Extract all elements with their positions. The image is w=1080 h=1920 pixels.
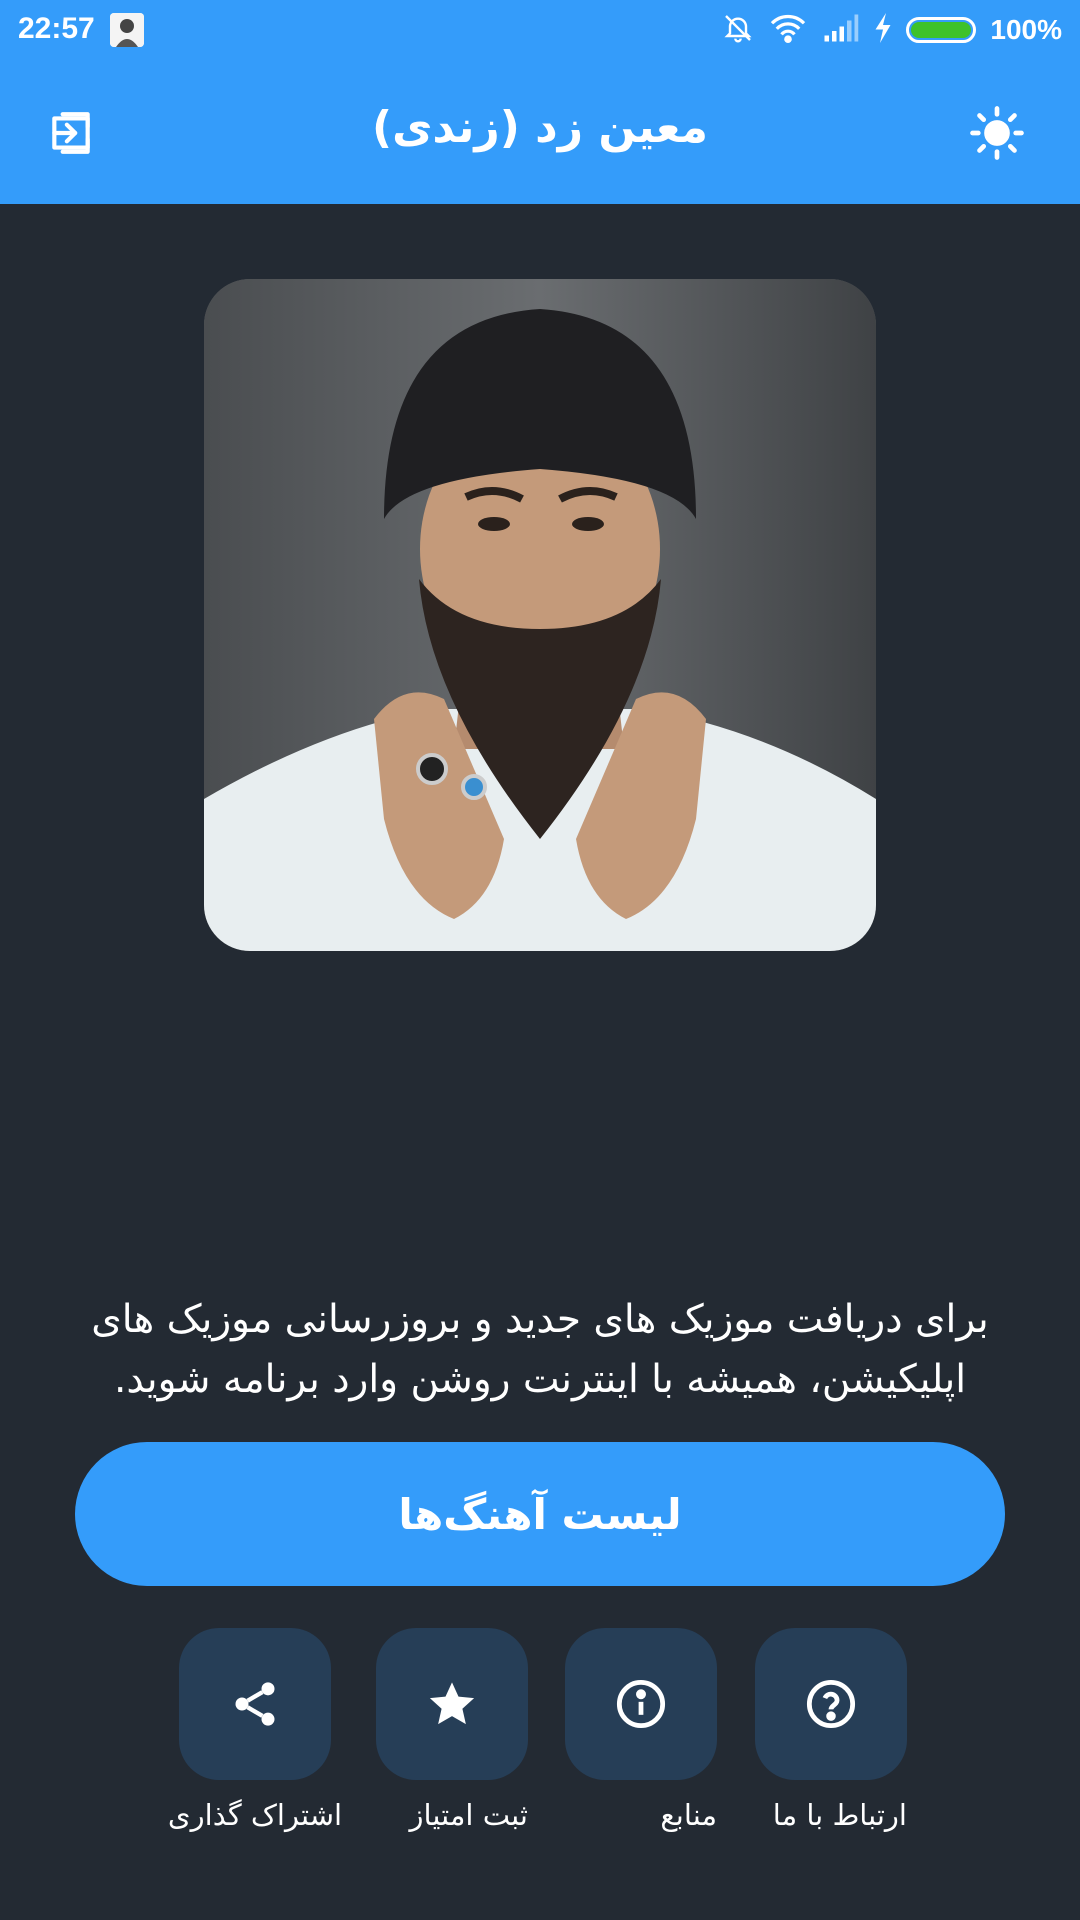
info-icon (616, 1679, 666, 1729)
share-action[interactable]: اشتراک گذاری (168, 1628, 342, 1832)
song-list-button[interactable]: لیست آهنگ‌ها (75, 1442, 1005, 1586)
rate-action[interactable]: ثبت امتیاز (376, 1628, 528, 1832)
artist-cover-image (204, 279, 876, 951)
sources-label: منابع (660, 1798, 717, 1832)
share-icon (235, 1682, 275, 1726)
share-button[interactable] (179, 1628, 331, 1780)
contact-action[interactable]: ارتباط با ما (755, 1628, 907, 1832)
wifi-icon (768, 12, 808, 48)
star-icon (429, 1682, 475, 1725)
share-label: اشتراک گذاری (167, 1798, 343, 1832)
internet-notice-text: برای دریافت موزیک های جدید و بروزرسانی م… (91, 1297, 989, 1402)
sources-button[interactable] (565, 1628, 717, 1780)
contact-label: ارتباط با ما (772, 1798, 907, 1832)
battery-percent: 100% (990, 14, 1062, 45)
charging-icon (874, 13, 892, 47)
theme-toggle-button[interactable] (964, 100, 1030, 166)
status-time: 22:57 (18, 12, 95, 45)
contact-button[interactable] (755, 1628, 907, 1780)
rate-button[interactable] (376, 1628, 528, 1780)
sun-icon (970, 106, 1024, 160)
battery-icon (906, 17, 977, 43)
notification-avatar-icon (110, 13, 144, 47)
page-title: معین زد (زندی) (372, 102, 708, 153)
status-bar: 22:57 100% (0, 0, 1080, 62)
notifications-off-icon (722, 12, 754, 48)
app-bar: معین زد (زندی) (0, 62, 1080, 204)
sources-action[interactable]: منابع (565, 1628, 717, 1832)
help-icon (806, 1679, 856, 1729)
action-row: اشتراک گذاری ثبت امتیاز منابع ارتباط با … (0, 1628, 1080, 1848)
signal-icon (822, 13, 860, 47)
rate-label: ثبت امتیاز (409, 1798, 528, 1832)
